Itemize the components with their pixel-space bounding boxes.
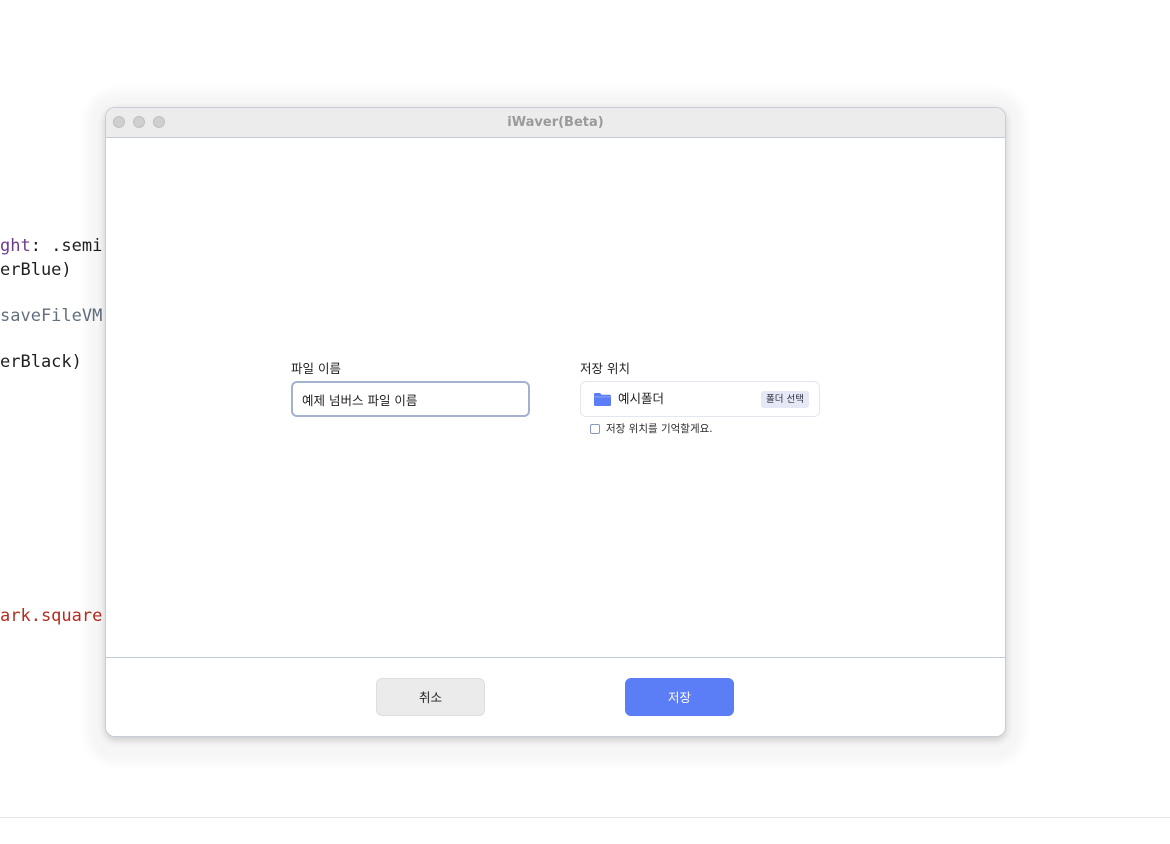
cancel-button[interactable]: 취소 (376, 678, 485, 716)
code-line: ght: .semi (0, 235, 102, 257)
folder-name: 예시폴더 (618, 391, 665, 406)
code-line: saveFileVM (0, 306, 103, 326)
folder-select-button[interactable]: 폴더 선택 (761, 391, 809, 408)
code-line: erBlue) (0, 260, 72, 280)
folder-icon (594, 393, 611, 406)
dialog-footer: 취소 저장 (106, 657, 1005, 736)
location-label: 저장 위치 (580, 361, 630, 376)
code-token: ght (0, 236, 31, 256)
remember-location-checkbox[interactable] (590, 424, 600, 434)
location-field: 예시폴더 폴더 선택 (580, 381, 820, 417)
title-bar[interactable]: iWaver(Beta) (106, 108, 1005, 138)
filename-label: 파일 이름 (291, 361, 341, 376)
editor-divider (0, 817, 1170, 818)
save-button[interactable]: 저장 (625, 678, 734, 716)
window-title: iWaver(Beta) (507, 115, 604, 130)
remember-location-label[interactable]: 저장 위치를 기억할게요. (606, 421, 713, 437)
code-line: ark.square (0, 606, 103, 626)
save-file-window: iWaver(Beta) 파일 이름 저장 위치 예시폴더 폴더 선택 저장 위… (105, 107, 1006, 737)
save-form: 파일 이름 저장 위치 예시폴더 폴더 선택 저장 위치를 기억할게요. (106, 138, 1005, 657)
code-line: erBlack) (0, 352, 82, 372)
filename-input[interactable] (291, 381, 530, 417)
